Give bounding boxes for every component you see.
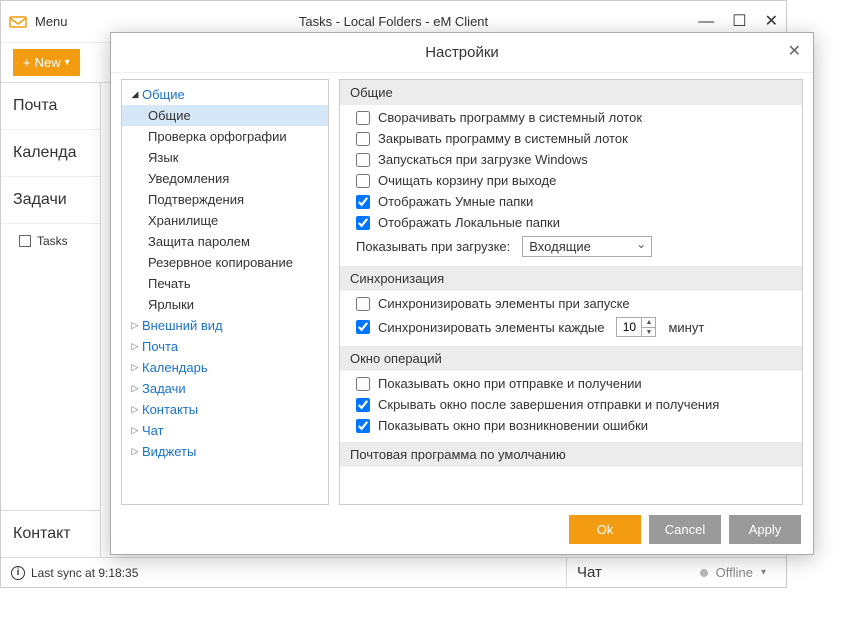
tree-mail[interactable]: ▷ Почта bbox=[122, 336, 328, 357]
opt-hide-after: Скрывать окно после завершения отправки … bbox=[340, 394, 802, 415]
statusbar: i Last sync at 9:18:35 Чат Offline ▾ bbox=[1, 557, 786, 587]
opt-close-tray: Закрывать программу в системный лоток bbox=[340, 128, 802, 149]
nav-calendar[interactable]: Календа bbox=[1, 130, 100, 177]
checkbox-run-startup[interactable] bbox=[356, 153, 370, 167]
opt-show-smart: Отображать Умные папки bbox=[340, 191, 802, 212]
checkbox-show-sendrecv[interactable] bbox=[356, 377, 370, 391]
tree-general-password[interactable]: Защита паролем bbox=[122, 231, 328, 252]
opt-show-on-load: Показывать при загрузке: Входящие bbox=[340, 233, 802, 260]
tree-arrow-collapsed-icon: ▷ bbox=[128, 383, 142, 394]
tree-chat[interactable]: ▷ Чат bbox=[122, 420, 328, 441]
opt-minimize-tray: Сворачивать программу в системный лоток bbox=[340, 105, 802, 128]
tree-general-print[interactable]: Печать bbox=[122, 273, 328, 294]
dialog-body: ◢ Общие Общие Проверка орфографии Язык У… bbox=[111, 73, 813, 505]
ok-button[interactable]: Ok bbox=[569, 515, 641, 544]
nav-contacts[interactable]: Контакт bbox=[1, 510, 100, 557]
tree-general-notifications[interactable]: Уведомления bbox=[122, 168, 328, 189]
minimize-button[interactable]: — bbox=[698, 14, 714, 30]
section-sync-header: Синхронизация bbox=[340, 266, 802, 291]
cancel-button[interactable]: Cancel bbox=[649, 515, 721, 544]
tree-widgets[interactable]: ▷ Виджеты bbox=[122, 441, 328, 462]
last-sync-label: Last sync at 9:18:35 bbox=[31, 566, 138, 580]
opt-show-sendrecv: Показывать окно при отправке и получении bbox=[340, 371, 802, 394]
spinner-sync-interval[interactable]: ▲ ▼ bbox=[616, 317, 656, 337]
tree-general[interactable]: ◢ Общие bbox=[122, 84, 328, 105]
chevron-down-icon: ▾ bbox=[761, 567, 766, 578]
chat-status: Offline bbox=[716, 565, 753, 580]
checkbox-show-smart[interactable] bbox=[356, 195, 370, 209]
tree-general-shortcuts[interactable]: Ярлыки bbox=[122, 294, 328, 315]
checkbox-minimize-tray[interactable] bbox=[356, 111, 370, 125]
tree-contacts[interactable]: ▷ Контакты bbox=[122, 399, 328, 420]
app-icon bbox=[9, 13, 27, 31]
tree-general-backup[interactable]: Резервное копирование bbox=[122, 252, 328, 273]
opt-sync-every: Синхронизировать элементы каждые ▲ ▼ мин… bbox=[340, 314, 802, 340]
settings-dialog: Настройки ✕ ◢ Общие Общие Проверка орфог… bbox=[110, 32, 814, 555]
tree-arrow-collapsed-icon: ▷ bbox=[128, 341, 142, 352]
opt-sync-startup: Синхронизировать элементы при запуске bbox=[340, 291, 802, 314]
spinner-up-icon[interactable]: ▲ bbox=[642, 318, 655, 328]
tree-tasks[interactable]: ▷ Задачи bbox=[122, 378, 328, 399]
chevron-down-icon: ▾ bbox=[65, 57, 70, 68]
spinner-sync-interval-input[interactable] bbox=[617, 318, 641, 336]
section-ops-header: Окно операций bbox=[340, 346, 802, 371]
nav-tasks-folder-label: Tasks bbox=[37, 234, 68, 248]
apply-button[interactable]: Apply bbox=[729, 515, 801, 544]
status-dot-icon bbox=[700, 569, 708, 577]
tree-general-storage[interactable]: Хранилище bbox=[122, 210, 328, 231]
checkbox-show-error[interactable] bbox=[356, 419, 370, 433]
dialog-close-button[interactable]: ✕ bbox=[788, 41, 801, 61]
section-default-mail-header: Почтовая программа по умолчанию bbox=[340, 442, 802, 467]
spinner-down-icon[interactable]: ▼ bbox=[642, 328, 655, 337]
menu-button[interactable]: Menu bbox=[35, 14, 68, 29]
tree-general-language[interactable]: Язык bbox=[122, 147, 328, 168]
checkbox-close-tray[interactable] bbox=[356, 132, 370, 146]
sidebar: Почта Календа Задачи Tasks Контакт bbox=[1, 83, 101, 557]
chat-panel[interactable]: Чат Offline ▾ bbox=[566, 558, 776, 587]
maximize-button[interactable]: ☐ bbox=[732, 14, 746, 30]
opt-show-error: Показывать окно при возникновении ошибки bbox=[340, 415, 802, 436]
window-controls: — ☐ ✕ bbox=[698, 14, 778, 30]
window-title: Tasks - Local Folders - eM Client bbox=[299, 14, 488, 29]
tree-arrow-collapsed-icon: ▷ bbox=[128, 362, 142, 373]
checkbox-sync-every[interactable] bbox=[356, 320, 370, 334]
tree-appearance[interactable]: ▷ Внешний вид bbox=[122, 315, 328, 336]
opt-show-local: Отображать Локальные папки bbox=[340, 212, 802, 233]
nav-tasks-folder[interactable]: Tasks bbox=[1, 224, 100, 258]
opt-run-startup: Запускаться при загрузке Windows bbox=[340, 149, 802, 170]
nav-tasks[interactable]: Задачи bbox=[1, 177, 100, 224]
info-icon: i bbox=[11, 566, 25, 580]
close-button[interactable]: ✕ bbox=[765, 14, 778, 30]
settings-tree[interactable]: ◢ Общие Общие Проверка орфографии Язык У… bbox=[121, 79, 329, 505]
checkbox-show-local[interactable] bbox=[356, 216, 370, 230]
new-button-label: New bbox=[35, 55, 61, 70]
opt-empty-trash: Очищать корзину при выходе bbox=[340, 170, 802, 191]
tree-arrow-collapsed-icon: ▷ bbox=[128, 404, 142, 415]
tree-arrow-collapsed-icon: ▷ bbox=[128, 446, 142, 457]
tree-calendar[interactable]: ▷ Календарь bbox=[122, 357, 328, 378]
new-button[interactable]: + New ▾ bbox=[13, 49, 80, 76]
dialog-header: Настройки ✕ bbox=[111, 33, 813, 73]
dialog-title: Настройки bbox=[425, 44, 499, 61]
dialog-footer: Ok Cancel Apply bbox=[111, 505, 813, 554]
checkbox-icon bbox=[19, 235, 31, 247]
tree-general-confirmations[interactable]: Подтверждения bbox=[122, 189, 328, 210]
nav-mail[interactable]: Почта bbox=[1, 83, 100, 130]
tree-arrow-collapsed-icon: ▷ bbox=[128, 320, 142, 331]
tree-general-general[interactable]: Общие bbox=[122, 105, 328, 126]
tree-arrow-collapsed-icon: ▷ bbox=[128, 425, 142, 436]
tree-arrow-expanded-icon: ◢ bbox=[128, 89, 142, 100]
dropdown-show-on-load[interactable]: Входящие bbox=[522, 236, 652, 257]
checkbox-sync-startup[interactable] bbox=[356, 297, 370, 311]
checkbox-hide-after[interactable] bbox=[356, 398, 370, 412]
chat-label: Чат bbox=[577, 564, 602, 581]
section-general-header: Общие bbox=[340, 80, 802, 105]
checkbox-empty-trash[interactable] bbox=[356, 174, 370, 188]
tree-general-spellcheck[interactable]: Проверка орфографии bbox=[122, 126, 328, 147]
settings-content: Общие Сворачивать программу в системный … bbox=[339, 79, 803, 505]
